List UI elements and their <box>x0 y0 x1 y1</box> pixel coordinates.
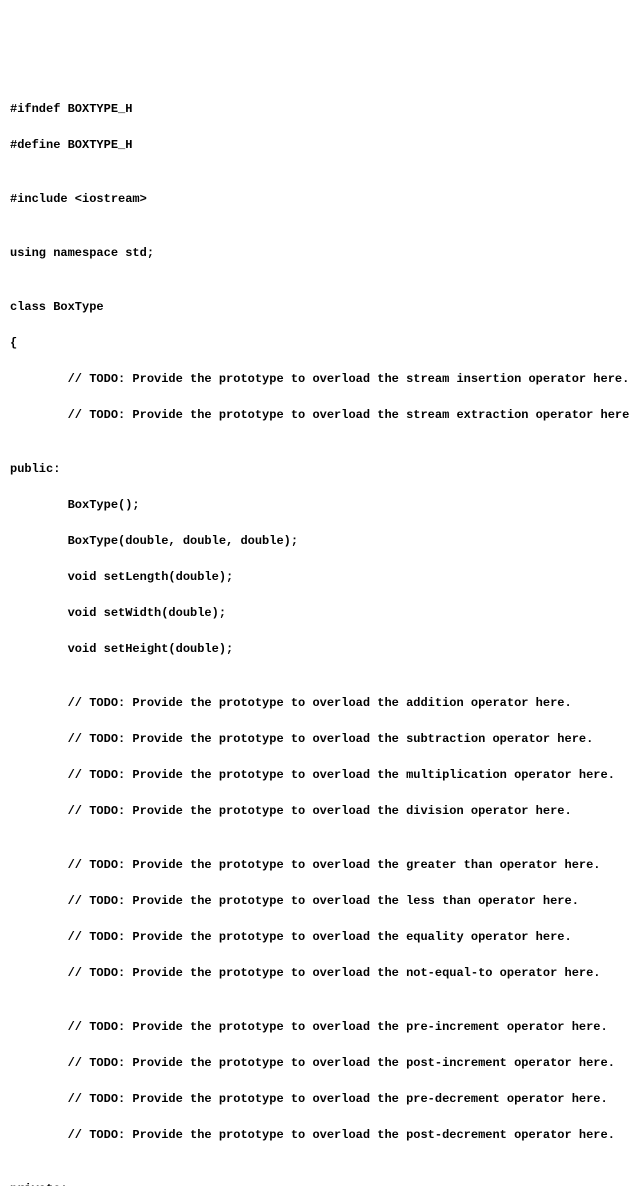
code-line: #define BOXTYPE_H <box>10 136 631 154</box>
code-line: BoxType(double, double, double); <box>10 532 631 550</box>
code-line: // TODO: Provide the prototype to overlo… <box>10 370 631 388</box>
code-line: // TODO: Provide the prototype to overlo… <box>10 730 631 748</box>
code-line: void setLength(double); <box>10 568 631 586</box>
code-line: BoxType(); <box>10 496 631 514</box>
code-line: public: <box>10 460 631 478</box>
code-line: // TODO: Provide the prototype to overlo… <box>10 892 631 910</box>
code-line: // TODO: Provide the prototype to overlo… <box>10 802 631 820</box>
code-line: void setWidth(double); <box>10 604 631 622</box>
code-line: class BoxType <box>10 298 631 316</box>
code-block: #ifndef BOXTYPE_H #define BOXTYPE_H #inc… <box>10 82 631 1186</box>
code-line: { <box>10 334 631 352</box>
code-line: // TODO: Provide the prototype to overlo… <box>10 1018 631 1036</box>
code-line: // TODO: Provide the prototype to overlo… <box>10 1126 631 1144</box>
code-line: // TODO: Provide the prototype to overlo… <box>10 928 631 946</box>
code-line: #include <iostream> <box>10 190 631 208</box>
code-line: // TODO: Provide the prototype to overlo… <box>10 964 631 982</box>
code-line: void setHeight(double); <box>10 640 631 658</box>
code-line: // TODO: Provide the prototype to overlo… <box>10 766 631 784</box>
code-line: using namespace std; <box>10 244 631 262</box>
code-line: // TODO: Provide the prototype to overlo… <box>10 406 631 424</box>
code-line: #ifndef BOXTYPE_H <box>10 100 631 118</box>
code-line: // TODO: Provide the prototype to overlo… <box>10 1054 631 1072</box>
code-line: // TODO: Provide the prototype to overlo… <box>10 1090 631 1108</box>
code-line: private: <box>10 1180 631 1186</box>
code-line: // TODO: Provide the prototype to overlo… <box>10 856 631 874</box>
code-line: // TODO: Provide the prototype to overlo… <box>10 694 631 712</box>
